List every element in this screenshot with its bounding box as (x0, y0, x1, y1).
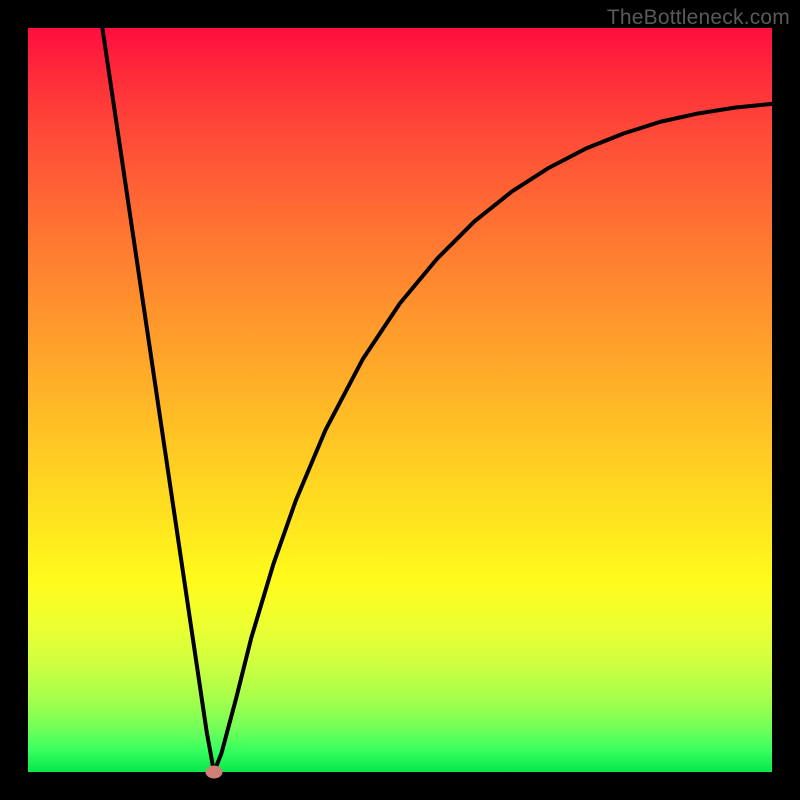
watermark-text: TheBottleneck.com (607, 6, 790, 30)
optimal-point-marker (206, 766, 223, 779)
bottleneck-curve (28, 28, 772, 772)
chart-container: TheBottleneck.com (0, 0, 800, 800)
plot-area (28, 28, 772, 772)
curve-path (102, 28, 772, 772)
